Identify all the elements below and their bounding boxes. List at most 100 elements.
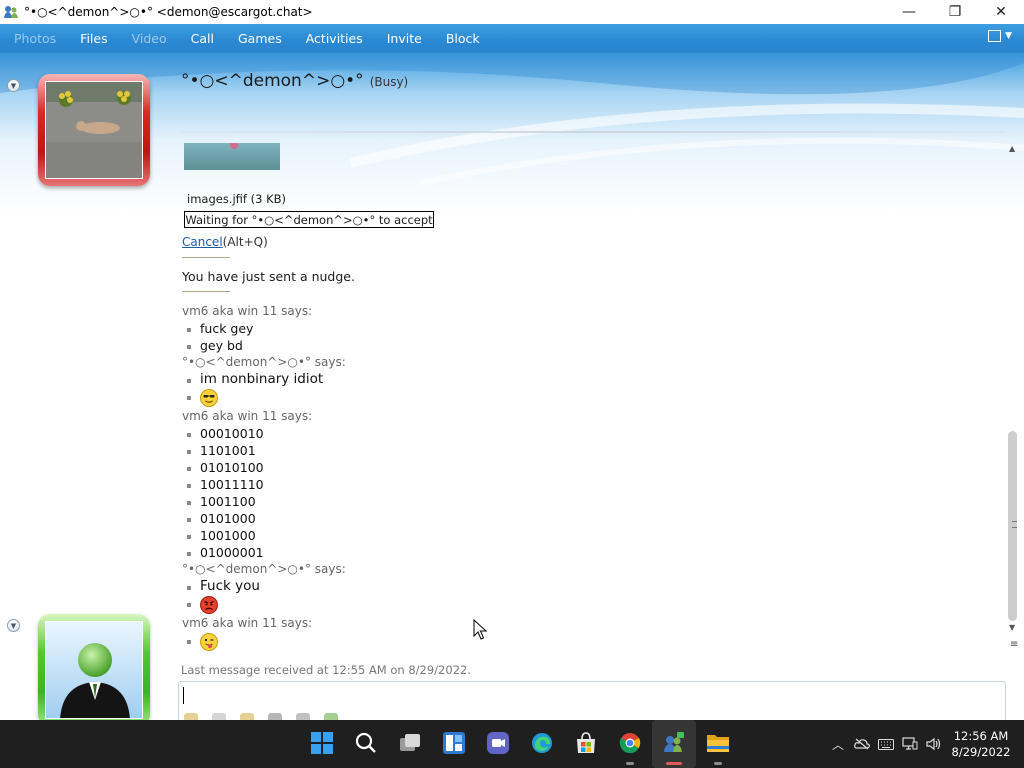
menu-activities[interactable]: Activities	[306, 31, 363, 46]
keyboard-icon[interactable]	[874, 720, 898, 768]
sender-header: °•○<^demon^>○•° says:	[182, 355, 346, 369]
clock-date: 8/29/2022	[951, 745, 1011, 759]
chevron-up-icon[interactable]: ︿	[826, 720, 850, 768]
scroll-up-arrow[interactable]: ▲	[1009, 144, 1015, 153]
message-line: 10011110	[182, 476, 982, 493]
resize-splitter-icon[interactable]: ≡	[1010, 639, 1018, 650]
action-menu-bar: Photos Files Video Call Games Activities…	[0, 24, 1024, 53]
divider	[182, 291, 230, 292]
message-list: vm6 aka win 11 says: fuck gey gey bd °•○<^d…	[182, 303, 982, 652]
widgets-icon	[443, 731, 465, 757]
chrome-icon	[619, 732, 641, 757]
history-scrollbar[interactable]	[1006, 161, 1020, 623]
transfer-file-name: images.jfif (3 KB)	[187, 192, 286, 206]
header-divider	[181, 131, 1005, 133]
window-layout-icon	[988, 30, 1002, 42]
taskbar-windows-start[interactable]	[300, 720, 344, 768]
taskbar-widgets[interactable]	[432, 720, 476, 768]
message-line: 00010010	[182, 425, 982, 442]
menu-invite[interactable]: Invite	[387, 31, 422, 46]
menu-block[interactable]: Block	[446, 31, 480, 46]
system-tray: ︿ 12:56 AM 8/29/2022	[826, 720, 1024, 768]
chevron-down-icon: ▼	[1005, 31, 1012, 41]
nudge-icon[interactable]	[240, 713, 254, 720]
message-line: 1001100	[182, 493, 982, 510]
last-received-status: Last message received at 12:55 AM on 8/2…	[181, 663, 471, 677]
menu-video[interactable]: Video	[132, 31, 167, 46]
transfer-cancel: Cancel(Alt+Q)	[182, 235, 268, 249]
onedrive-icon[interactable]	[850, 720, 874, 768]
windows-start-icon	[311, 731, 333, 757]
self-avatar	[45, 621, 143, 719]
message-line	[182, 595, 982, 615]
menu-files[interactable]: Files	[80, 31, 107, 46]
close-button[interactable]: ✕	[978, 0, 1024, 24]
volume-icon[interactable]	[922, 720, 946, 768]
input-toolbar	[184, 713, 338, 720]
emoticon-icon[interactable]	[184, 713, 198, 720]
message-history: images.jfif (3 KB) Waiting for °•○<^demo…	[176, 141, 1006, 677]
maximize-button[interactable]: ❐	[932, 0, 978, 24]
store-icon	[575, 731, 597, 757]
wink-icon[interactable]	[212, 713, 226, 720]
taskbar-clock[interactable]: 12:56 AM 8/29/2022	[946, 728, 1016, 760]
mouse-cursor-icon	[473, 619, 487, 640]
message-line	[182, 632, 982, 652]
sender-header: °•○<^demon^>○•° says:	[182, 562, 346, 576]
running-indicator	[626, 762, 634, 765]
task-view-icon	[399, 733, 421, 756]
font-icon[interactable]	[296, 713, 310, 720]
taskbar-chrome[interactable]	[608, 720, 652, 768]
message-line: 01010100	[182, 459, 982, 476]
taskbar-store[interactable]	[564, 720, 608, 768]
scroll-down-arrow[interactable]: ▼	[1009, 623, 1015, 632]
taskbar-file-explorer[interactable]	[696, 720, 740, 768]
menu-photos[interactable]: Photos	[14, 31, 56, 46]
taskbar-task-view[interactable]	[388, 720, 432, 768]
network-icon[interactable]	[898, 720, 922, 768]
running-indicator	[714, 762, 722, 765]
collapse-contact-panel-button[interactable]: ▼	[7, 79, 20, 92]
message-line: 1001000	[182, 527, 982, 544]
cool-face-icon	[200, 389, 218, 407]
cancel-shortcut: (Alt+Q)	[222, 235, 268, 249]
conversation-window: ▼ °•○<^demon^>○•° (Busy) images.jfif (3 K…	[0, 53, 1024, 720]
taskbar-edge[interactable]	[520, 720, 564, 768]
text-caret	[183, 687, 184, 704]
taskbar-teams-chat[interactable]	[476, 720, 520, 768]
angry-face-icon	[200, 596, 218, 614]
running-indicator	[666, 762, 682, 765]
sender-header: vm6 aka win 11 says:	[182, 616, 313, 630]
messenger-icon	[3, 4, 19, 20]
edge-icon	[531, 732, 553, 757]
sender-header: vm6 aka win 11 says:	[182, 304, 313, 318]
message-line: Fuck you	[182, 578, 982, 595]
background-icon[interactable]	[324, 713, 338, 720]
contact-status: (Busy)	[369, 75, 409, 89]
message-line	[182, 388, 982, 408]
tongue-face-icon	[200, 633, 218, 651]
self-avatar-frame[interactable]	[38, 614, 150, 720]
search-icon	[355, 732, 377, 757]
cancel-transfer-link[interactable]: Cancel	[182, 235, 223, 249]
taskbar-search[interactable]	[344, 720, 388, 768]
scrollbar-grip	[1012, 521, 1017, 528]
clock-time: 12:56 AM	[953, 729, 1009, 743]
file-thumbnail	[184, 143, 280, 170]
message-line: fuck gey	[182, 320, 982, 337]
contact-avatar-frame[interactable]	[38, 74, 150, 186]
contact-display-name: °•○<^demon^>○•° (Busy)	[181, 71, 408, 91]
collapse-self-panel-button[interactable]: ▼	[7, 619, 20, 632]
minimize-button[interactable]: —	[886, 0, 932, 24]
voice-clip-icon[interactable]	[268, 713, 282, 720]
menu-call[interactable]: Call	[191, 31, 214, 46]
messenger-icon	[662, 731, 686, 757]
message-line: im nonbinary idiot	[182, 371, 982, 388]
file-explorer-icon	[706, 733, 730, 756]
message-line: 01000001	[182, 544, 982, 561]
scrollbar-thumb[interactable]	[1008, 431, 1017, 621]
message-line: 0101000	[182, 510, 982, 527]
options-dropdown[interactable]: ▼	[988, 30, 1012, 42]
menu-games[interactable]: Games	[238, 31, 282, 46]
taskbar-messenger[interactable]	[652, 720, 696, 768]
